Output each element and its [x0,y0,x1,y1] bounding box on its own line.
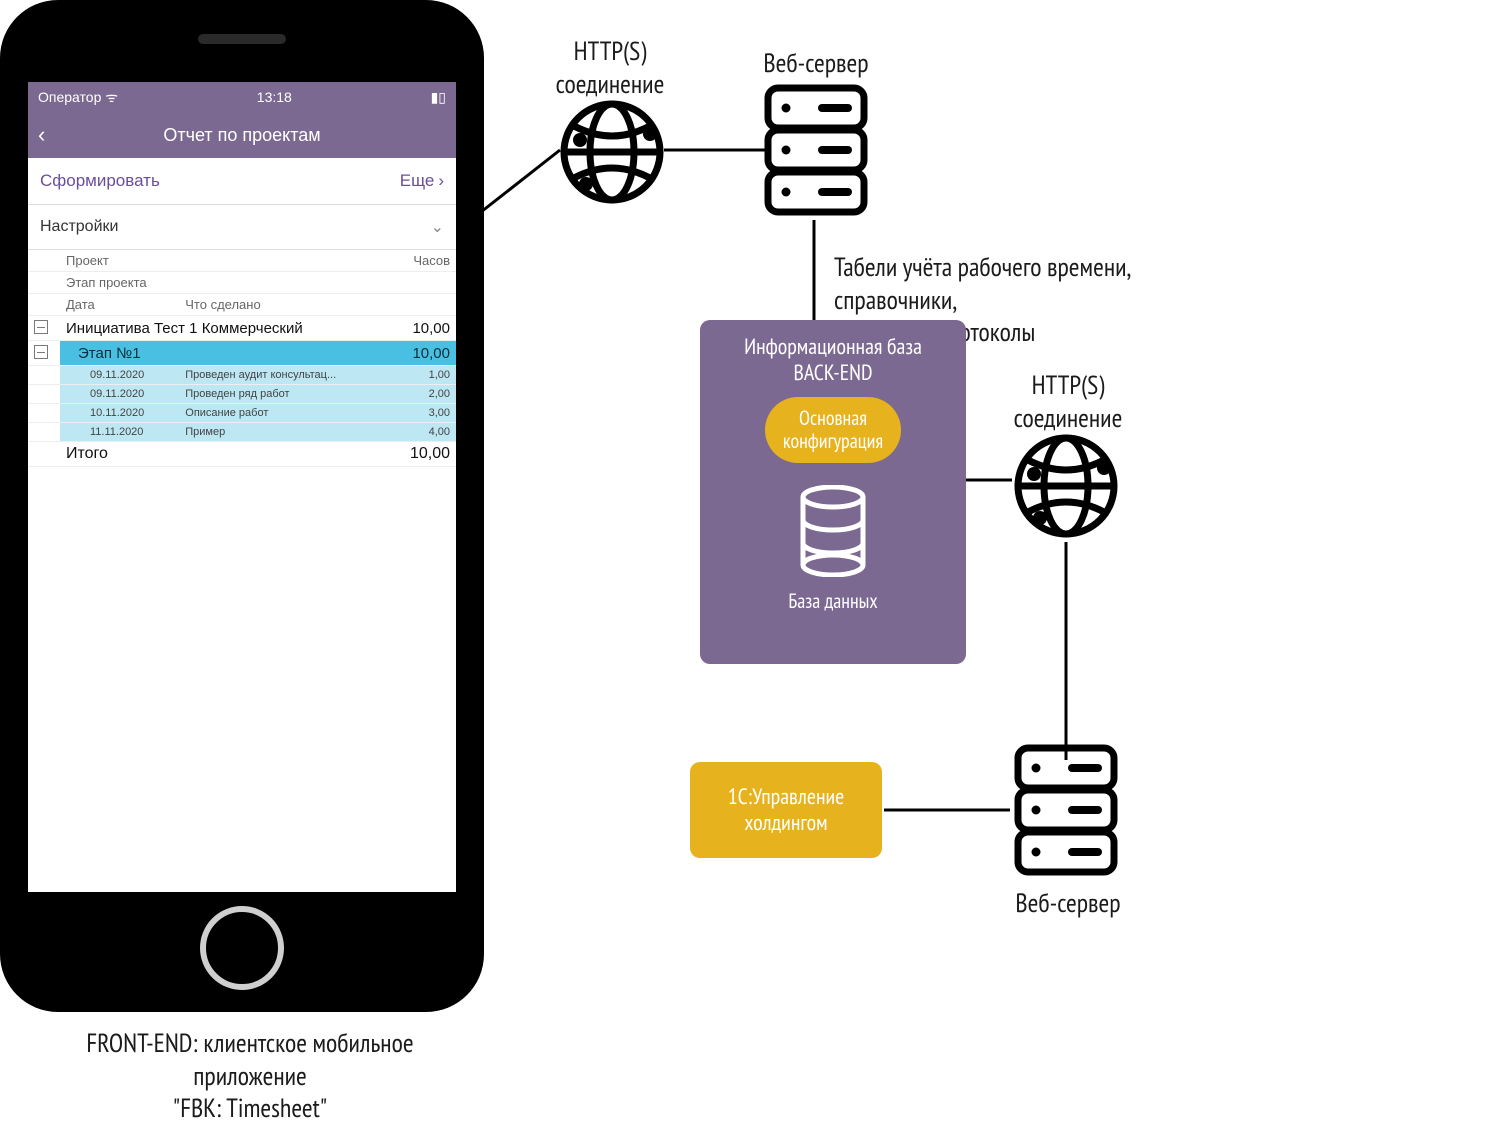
backend-title: Информационная база BACK-END [710,334,956,387]
database-label: База данных [710,588,956,614]
table-row[interactable]: 10.11.2020Описание работ3,00 [28,404,456,423]
webserver-label-top: Веб-сервер [744,48,888,81]
frontend-caption: FRONT-END: клиентское мобильное приложен… [40,1028,460,1126]
report-table: ПроектЧасов Этап проекта ДатаЧто сделано… [28,250,456,467]
row-stage[interactable]: Этап №1 10,00 [28,341,456,366]
backend-box: Информационная база BACK-END Основная ко… [700,320,966,664]
settings-row[interactable]: Настройки ⌄ [28,205,456,250]
settings-label: Настройки [40,218,118,236]
database-icon [710,485,956,582]
globe-icon [556,96,668,213]
phone-screen: Оператор ᯤ 13:18 ▮▯ ‹ Отчет по проектам … [28,82,456,892]
backend-config-chip: Основная конфигурация [765,397,901,463]
row-project[interactable]: Инициатива Тест 1 Коммерческий 10,00 [28,316,456,341]
collapse-icon[interactable] [34,320,48,334]
chevron-down-icon: ⌄ [431,217,444,237]
holding-box: 1С:Управление холдингом [690,762,882,858]
phone-device-frame: Оператор ᯤ 13:18 ▮▯ ‹ Отчет по проектам … [0,0,484,1012]
row-total: Итого10,00 [28,442,456,467]
report-toolbar: Сформировать Еще› [28,158,456,205]
home-button[interactable] [200,906,284,990]
globe-icon [1010,430,1122,547]
webserver-label-bottom: Веб-сервер [996,888,1140,921]
table-header-1: ПроектЧасов [28,250,456,272]
http-label-right: HTTP(S) соединение [988,370,1148,435]
table-row[interactable]: 09.11.2020Проведен ряд работ2,00 [28,385,456,404]
architecture-diagram: Оператор ᯤ 13:18 ▮▯ ‹ Отчет по проектам … [0,0,1488,1114]
battery-icon: ▮▯ [431,89,446,106]
collapse-icon[interactable] [34,345,48,359]
server-icon [1012,742,1120,885]
status-carrier: Оператор ᯤ [38,88,118,107]
http-label-top: HTTP(S) соединение [530,36,690,101]
page-title: Отчет по проектам [163,125,320,146]
generate-button[interactable]: Сформировать [40,171,160,191]
chevron-right-icon: › [438,171,444,191]
phone-speaker [198,34,286,44]
back-button[interactable]: ‹ [38,112,45,158]
table-header-2: Этап проекта [28,272,456,294]
status-bar: Оператор ᯤ 13:18 ▮▯ [28,82,456,112]
wifi-icon: ᯤ [105,89,118,105]
table-row[interactable]: 11.11.2020Пример4,00 [28,423,456,442]
table-header-3: ДатаЧто сделано [28,294,456,316]
server-icon [762,82,870,225]
table-row[interactable]: 09.11.2020Проведен аудит консультац...1,… [28,366,456,385]
status-time: 13:18 [257,89,292,105]
more-button[interactable]: Еще› [400,171,444,191]
nav-bar: ‹ Отчет по проектам [28,112,456,158]
